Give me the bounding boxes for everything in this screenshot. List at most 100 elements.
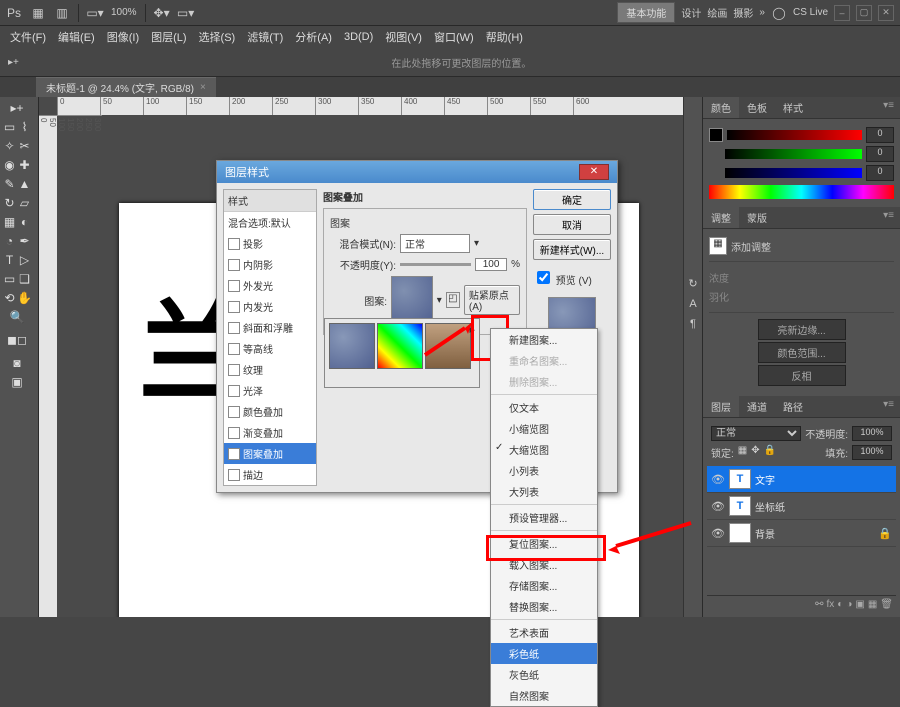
opacity-input[interactable]: 100% — [852, 426, 892, 441]
close-icon[interactable]: ✕ — [878, 5, 894, 21]
menu-3d[interactable]: 3D(D) — [340, 29, 377, 45]
flyout-item[interactable]: 艺术表面 — [491, 622, 597, 643]
new-style-button[interactable]: 新建样式(W)... — [533, 239, 611, 260]
blend-mode-select[interactable]: 正常 — [400, 234, 470, 253]
tab-color[interactable]: 颜色 — [703, 97, 739, 118]
document-tab[interactable]: 未标题-1 @ 24.4% (文字, RGB/8) × — [36, 77, 216, 97]
style-item[interactable]: 纹理 — [224, 359, 316, 380]
dodge-tool[interactable]: ◔ — [2, 232, 17, 250]
cslive-icon[interactable]: ◯ — [771, 5, 787, 21]
style-item[interactable]: 光泽 — [224, 380, 316, 401]
stamp-tool[interactable]: ▲ — [17, 175, 32, 193]
shape-tool[interactable]: ▭ — [2, 270, 17, 288]
workspace-more[interactable]: » — [759, 7, 765, 18]
style-item[interactable]: 外发光 — [224, 275, 316, 296]
preview-checkbox[interactable]: 预览 (V) — [533, 268, 611, 287]
history-panel-icon[interactable]: ↻ — [688, 277, 697, 290]
tab-swatches[interactable]: 色板 — [739, 97, 775, 118]
link-layers-icon[interactable]: ⚯ — [815, 599, 823, 610]
arrange-icon[interactable]: ✥▾ — [154, 5, 170, 21]
b-value[interactable]: 0 — [866, 165, 894, 181]
style-checkbox[interactable] — [228, 343, 240, 355]
refine-edge-button[interactable]: 亮新边缘... — [758, 319, 846, 340]
flyout-item[interactable]: 存储图案... — [491, 575, 597, 596]
lock-pixels-icon[interactable]: ▦ — [738, 445, 747, 460]
style-checkbox[interactable] — [228, 364, 240, 376]
zoom-level[interactable]: 100% — [111, 7, 137, 18]
blur-tool[interactable]: ◐ — [17, 213, 32, 231]
style-checkbox[interactable] — [228, 238, 240, 250]
pattern-swatch[interactable] — [377, 323, 423, 369]
style-checkbox[interactable] — [228, 406, 240, 418]
invert-button[interactable]: 反相 — [758, 365, 846, 386]
visibility-icon[interactable]: 👁 — [711, 527, 725, 540]
cancel-button[interactable]: 取消 — [533, 214, 611, 235]
adjustment-icon[interactable]: ◑ — [846, 599, 852, 610]
b-slider[interactable] — [725, 168, 862, 178]
dropdown-icon[interactable]: ▾ — [474, 238, 479, 249]
path-tool[interactable]: ▷ — [17, 251, 32, 269]
group-icon[interactable]: ▣ — [855, 599, 864, 610]
style-item[interactable]: 内发光 — [224, 296, 316, 317]
eyedropper-tool[interactable]: ◉ — [2, 156, 17, 174]
history-brush-tool[interactable]: ↻ — [2, 194, 17, 212]
brush-tool[interactable]: ✎ — [2, 175, 17, 193]
r-value[interactable]: 0 — [866, 127, 894, 143]
flyout-item[interactable]: 替换图案... — [491, 596, 597, 617]
fx-icon[interactable]: fx — [827, 599, 835, 610]
move-tool[interactable]: ▸+ — [2, 99, 32, 117]
menu-image[interactable]: 图像(I) — [103, 27, 143, 47]
fill-input[interactable]: 100% — [852, 445, 892, 460]
tab-layers[interactable]: 图层 — [703, 396, 739, 417]
zoom-tool[interactable]: 🔍 — [2, 308, 32, 326]
cslive-button[interactable]: CS Live — [793, 7, 828, 18]
panel-menu-icon[interactable]: ▾≡ — [877, 396, 900, 417]
lock-position-icon[interactable]: ✥ — [751, 445, 759, 460]
workspace-photo[interactable]: 摄影 — [733, 5, 753, 20]
menu-layer[interactable]: 图层(L) — [147, 27, 190, 47]
type-tool[interactable]: T — [2, 251, 17, 269]
style-checkbox[interactable] — [228, 322, 240, 334]
wand-tool[interactable]: ✧ — [2, 137, 17, 155]
view-extras-icon[interactable]: ▭▾ — [87, 5, 103, 21]
g-value[interactable]: 0 — [866, 146, 894, 162]
dialog-close-icon[interactable]: ✕ — [579, 164, 609, 180]
flyout-item[interactable]: 彩色纸 — [491, 643, 597, 664]
tab-masks[interactable]: 蒙版 — [739, 207, 775, 228]
style-checkbox[interactable] — [228, 385, 240, 397]
quick-mask-icon[interactable]: ◙ — [2, 354, 32, 372]
tab-channels[interactable]: 通道 — [739, 396, 775, 417]
screen-mode-icon[interactable]: ▭▾ — [178, 5, 194, 21]
hand-tool[interactable]: ✋ — [17, 289, 32, 307]
panel-menu-icon[interactable]: ▾≡ — [877, 97, 900, 118]
blend-mode-select[interactable]: 正常 — [711, 426, 801, 441]
flyout-item[interactable]: 大缩览图 — [491, 439, 597, 460]
opacity-slider[interactable] — [400, 263, 471, 266]
dialog-titlebar[interactable]: 图层样式 ✕ — [217, 161, 617, 183]
style-checkbox[interactable] — [228, 427, 240, 439]
flyout-item[interactable]: 自然图案 — [491, 685, 597, 706]
menu-file[interactable]: 文件(F) — [6, 27, 50, 47]
style-item[interactable]: 等高线 — [224, 338, 316, 359]
style-item[interactable]: 斜面和浮雕 — [224, 317, 316, 338]
style-checkbox[interactable] — [228, 280, 240, 292]
panel-menu-icon[interactable]: ▾≡ — [877, 207, 900, 228]
flyout-item[interactable]: 灰色纸 — [491, 664, 597, 685]
tab-paths[interactable]: 路径 — [775, 396, 811, 417]
mini-bridge-icon[interactable]: ▥ — [54, 5, 70, 21]
opacity-value[interactable]: 100 — [475, 258, 507, 271]
tab-styles[interactable]: 样式 — [775, 97, 811, 118]
flyout-item[interactable]: 新建图案... — [491, 329, 597, 350]
flyout-item[interactable]: 小缩览图 — [491, 418, 597, 439]
style-item[interactable]: 渐变叠加 — [224, 422, 316, 443]
3d-rotate-tool[interactable]: ⟲ — [2, 289, 17, 307]
style-checkbox[interactable] — [228, 469, 240, 481]
pattern-swatch[interactable] — [329, 323, 375, 369]
menu-view[interactable]: 视图(V) — [381, 27, 426, 47]
menu-select[interactable]: 选择(S) — [195, 27, 240, 47]
maximize-icon[interactable]: ▢ — [856, 5, 872, 21]
visibility-icon[interactable]: 👁 — [711, 473, 725, 486]
workspace-basic-button[interactable]: 基本功能 — [617, 2, 675, 23]
pen-tool[interactable]: ✒ — [17, 232, 32, 250]
pattern-dropdown-icon[interactable]: ▾ — [437, 295, 442, 306]
